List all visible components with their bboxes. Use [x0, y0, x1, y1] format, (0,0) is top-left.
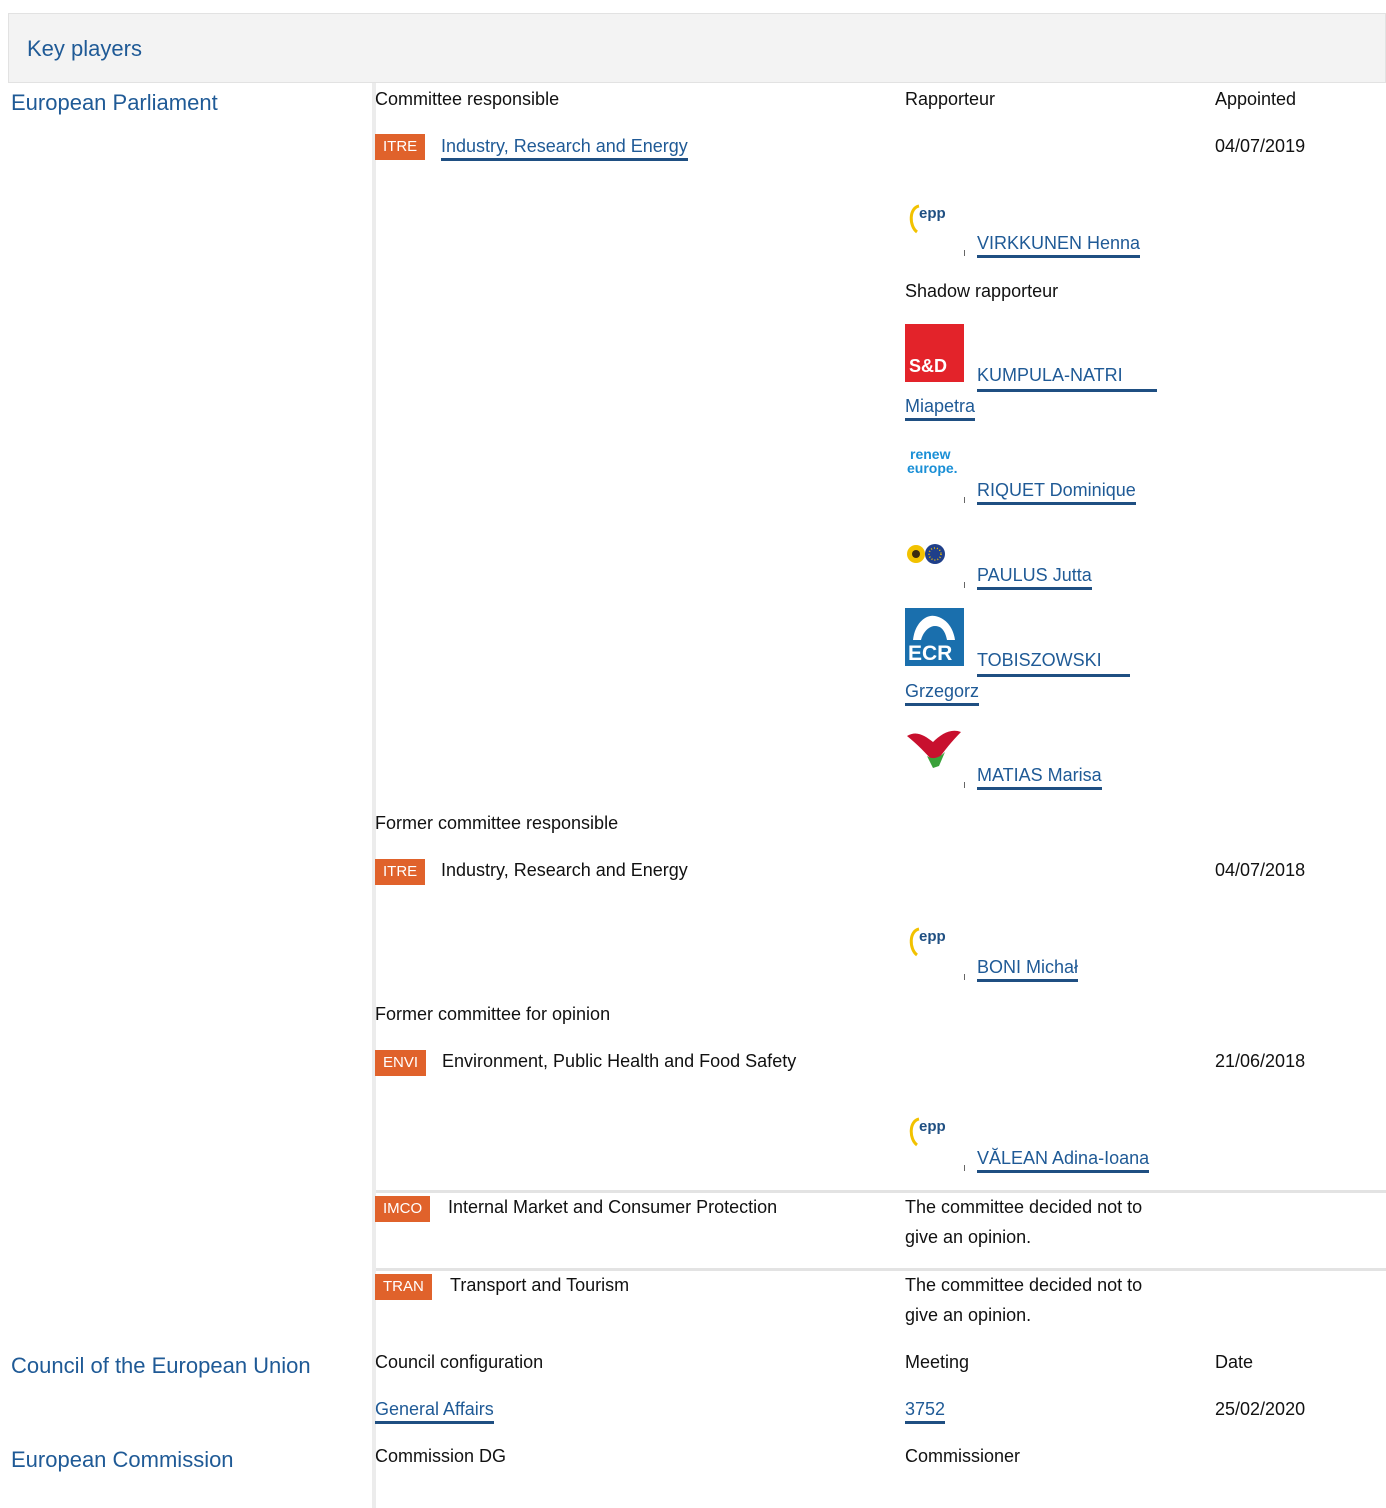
svg-text:epp: epp [919, 205, 946, 222]
shadow-link-paulus[interactable]: PAULUS Jutta [977, 564, 1092, 590]
shadow-link-riquet[interactable]: RIQUET Dominique [977, 479, 1136, 505]
appointed-date-envi: 21/06/2018 [1215, 1051, 1306, 1071]
rapporteur-link-boni[interactable]: BONI Michał [977, 956, 1079, 982]
appointed-date: 04/07/2019 [1215, 136, 1306, 156]
imco-note-line2: give an opinion. [905, 1227, 1032, 1247]
shadow-link-kumpula-natri-line2[interactable]: Miapetra [905, 395, 976, 421]
committee-name-itre-former: Industry, Research and Energy [441, 860, 688, 880]
tick-mark [964, 974, 965, 980]
council-config-link[interactable]: General Affairs [375, 1398, 494, 1424]
appointed-date-former: 04/07/2018 [1215, 860, 1306, 880]
shadow-link-matias[interactable]: MATIAS Marisa [977, 764, 1102, 790]
svg-text:epp: epp [919, 1118, 946, 1135]
epp-logo-icon: epp [903, 1105, 963, 1153]
greens-logo-icon [903, 532, 963, 580]
committee-badge-itre-former: ITRE [375, 859, 426, 885]
col-header-council-config: Council configuration [375, 1352, 544, 1372]
col-header-appointed: Appointed [1215, 89, 1297, 109]
row-divider [376, 1268, 1386, 1271]
col-header-commissioner: Commissioner [905, 1446, 1021, 1466]
imco-note-line1: The committee decided not to [905, 1197, 1143, 1217]
committee-name-tran: Transport and Tourism [450, 1275, 630, 1295]
council-date: 25/02/2020 [1215, 1399, 1306, 1419]
renew-logo-icon: renew europe. [907, 446, 958, 476]
sd-logo-icon: S&D [905, 324, 964, 382]
rapporteur-link-virkkunen[interactable]: VIRKKUNEN Henna [977, 232, 1141, 258]
tran-note-line1: The committee decided not to [905, 1275, 1143, 1295]
key-players-panel: Key players European Parliament Council … [0, 0, 1386, 1508]
shadow-link-kumpula-natri-line1[interactable]: KUMPULA-NATRI [977, 364, 1123, 387]
svg-text:epp: epp [919, 928, 946, 945]
epp-logo-icon: epp [903, 192, 963, 240]
shadow-link-tobiszowski-line2[interactable]: Grzegorz [905, 680, 980, 706]
epp-logo-icon: epp [903, 915, 963, 963]
col-header-date: Date [1215, 1352, 1254, 1372]
institution-column [8, 83, 372, 1508]
rapporteur-link-valean[interactable]: VĂLEAN Adina-Ioana [977, 1147, 1150, 1173]
committee-name-envi: Environment, Public Health and Food Safe… [442, 1051, 797, 1071]
committee-badge-itre: ITRE [375, 134, 426, 160]
ecr-logo-icon: ECR [905, 608, 964, 666]
link-underline [977, 389, 1157, 392]
former-opinion-label: Former committee for opinion [375, 1004, 611, 1024]
row-divider [376, 1190, 1386, 1193]
col-header-meeting: Meeting [905, 1352, 970, 1372]
shadow-link-tobiszowski-line1[interactable]: TOBISZOWSKI [977, 649, 1102, 672]
institution-council: Council of the European Union [11, 1353, 311, 1378]
tick-mark [964, 250, 965, 256]
council-meeting-link[interactable]: 3752 [905, 1398, 946, 1424]
former-responsible-label: Former committee responsible [375, 813, 619, 833]
tick-mark [964, 497, 965, 503]
col-header-commission-dg: Commission DG [375, 1446, 507, 1466]
tick-mark [964, 582, 965, 588]
key-players-header: Key players [8, 13, 1386, 83]
col-header-rapporteur: Rapporteur [905, 89, 996, 109]
left-logo-icon [903, 722, 963, 770]
institution-commission: European Commission [11, 1447, 234, 1472]
committee-badge-imco: IMCO [375, 1196, 431, 1222]
committee-badge-envi: ENVI [375, 1050, 427, 1076]
shadow-rapporteur-label: Shadow rapporteur [905, 281, 1059, 301]
committee-name-imco: Internal Market and Consumer Protection [448, 1197, 778, 1217]
tran-note-line2: give an opinion. [905, 1305, 1032, 1325]
tick-mark [964, 1165, 965, 1171]
institution-european-parliament: European Parliament [11, 90, 218, 115]
tick-mark [964, 782, 965, 788]
col-header-committee: Committee responsible [375, 89, 560, 109]
committee-link-itre[interactable]: Industry, Research and Energy [441, 135, 688, 161]
key-players-title: Key players [27, 36, 142, 61]
committee-badge-tran: TRAN [375, 1274, 432, 1300]
link-underline [977, 674, 1130, 677]
